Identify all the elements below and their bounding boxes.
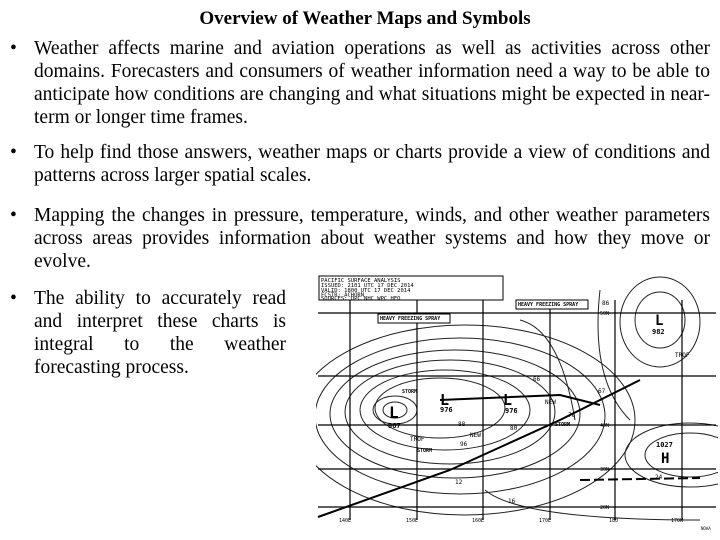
map-label: 976	[440, 406, 453, 414]
map-label: STORM	[402, 389, 417, 395]
map-label: HEAVY FREEZING SPRAY	[518, 302, 578, 308]
map-label: 40N	[600, 423, 609, 429]
map-label: 982	[652, 328, 665, 336]
bullet-icon: •	[10, 38, 17, 59]
map-label: 967	[388, 422, 401, 430]
map-label: 20N	[600, 505, 609, 511]
map-label: TROF	[410, 436, 425, 443]
map-label: 24	[655, 474, 663, 481]
map-header: PACIFIC SURFACE ANALYSISISSUED: 2101 UTC…	[321, 278, 414, 302]
weather-map: PACIFIC SURFACE ANALYSISISSUED: 2101 UTC…	[316, 275, 718, 531]
map-label: 67	[598, 388, 606, 395]
map-label: NEW	[545, 399, 556, 406]
bullet-text: To help find those answers, weather maps…	[34, 142, 710, 186]
map-label: 150E	[406, 518, 418, 524]
map-label: L	[389, 403, 399, 422]
map-label: 66	[533, 376, 541, 383]
map-label: TROF	[675, 352, 690, 359]
map-credit: NOAA	[701, 526, 711, 531]
map-label: 12	[455, 479, 463, 486]
map-label: 96	[460, 441, 468, 448]
map-label: 80	[510, 425, 518, 432]
bullet-text: Mapping the changes in pressure, tempera…	[34, 205, 710, 272]
map-label: 1027	[656, 441, 673, 449]
map-label: 86	[602, 300, 610, 307]
map-label: 30N	[600, 467, 609, 473]
map-label: L	[655, 313, 663, 329]
map-label: NEW	[470, 432, 481, 439]
map-label: 170E	[539, 518, 551, 524]
map-label: STORM	[417, 448, 432, 454]
bullet-text: The ability to accurately read and inter…	[34, 288, 286, 378]
map-label: 160E	[472, 518, 484, 524]
map-label: STORM	[555, 422, 570, 428]
map-label: 88	[458, 421, 466, 428]
map-label: 180	[609, 518, 618, 524]
map-label: 76	[568, 412, 576, 419]
occluded-front	[439, 393, 601, 406]
bullet-icon: •	[10, 205, 17, 226]
bullet-icon: •	[10, 142, 17, 163]
map-label: SOURCES: OPC NHC WPC HFO	[321, 296, 400, 302]
map-label: 170W	[671, 518, 684, 524]
slide-title: Overview of Weather Maps and Symbols	[199, 8, 531, 29]
map-label: 16	[508, 498, 516, 505]
bullet-icon: •	[10, 288, 17, 309]
pressure-centers: L967 L976 L976 L982 H1027	[388, 313, 673, 467]
map-label: H	[661, 451, 669, 467]
bullet-text: Weather affects marine and aviation oper…	[34, 38, 710, 128]
map-label: 976	[505, 407, 518, 415]
map-label: HEAVY FREEZING SPRAY	[380, 316, 440, 322]
map-label: 50N	[600, 311, 609, 317]
map-label: 140E	[339, 518, 351, 524]
